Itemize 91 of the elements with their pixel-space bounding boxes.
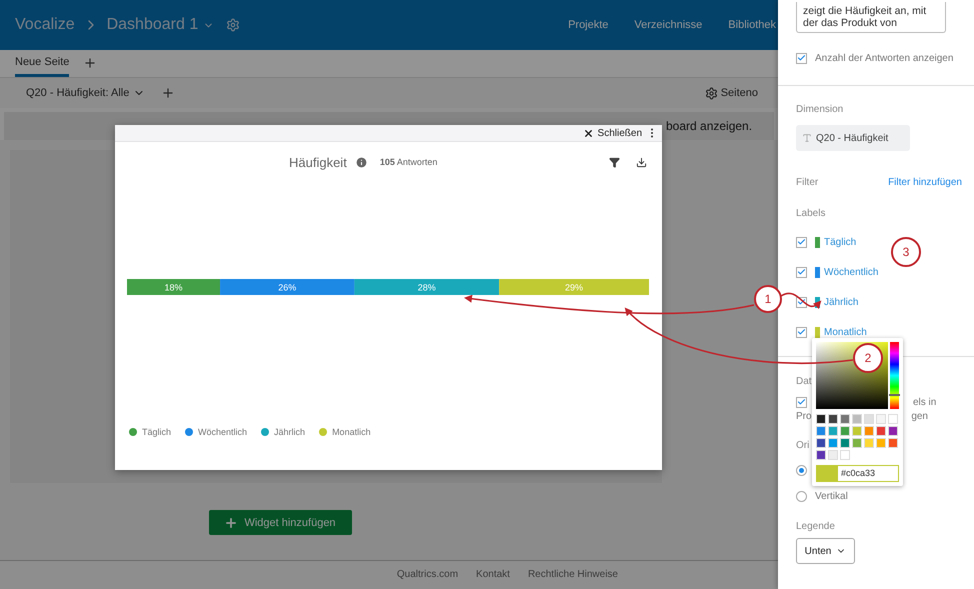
info-icon[interactable]	[354, 156, 368, 168]
plus-icon	[224, 516, 238, 530]
color-swatch[interactable]	[828, 450, 838, 460]
add-filter-link[interactable]: Filter hinzufügen	[888, 177, 962, 188]
color-preview	[816, 464, 838, 482]
section-title: Labels	[796, 208, 826, 219]
color-swatch[interactable]	[815, 266, 820, 278]
color-swatch[interactable]	[888, 438, 898, 448]
settings-icon[interactable]	[226, 18, 240, 32]
color-swatch[interactable]	[864, 426, 874, 436]
color-swatch[interactable]	[864, 414, 874, 424]
page-settings-link[interactable]: Seiteno	[704, 86, 758, 100]
data-label: 28%	[418, 282, 436, 292]
gear-icon	[704, 86, 718, 100]
section-title: Filter	[796, 177, 818, 188]
color-swatch[interactable]	[840, 450, 850, 460]
color-swatch[interactable]	[828, 438, 838, 448]
color-swatch[interactable]	[815, 326, 820, 338]
color-swatch[interactable]	[816, 414, 826, 424]
checkbox[interactable]	[796, 266, 807, 278]
color-swatch[interactable]	[840, 438, 850, 448]
chart-title: Häufigkeit	[289, 154, 347, 170]
nav-link[interactable]: Bibliothek	[728, 19, 776, 31]
app-name[interactable]: Vocalize	[15, 16, 75, 34]
footer-link[interactable]: Rechtliche Hinweise	[528, 569, 618, 589]
footer-link[interactable]: Kontakt	[476, 569, 510, 589]
label-link[interactable]: Wöchentlich	[824, 266, 878, 278]
legend-item: Wöchentlich	[185, 427, 248, 437]
radio-label: Vertikal	[815, 490, 848, 502]
legend-item: Jährlich	[261, 427, 306, 437]
color-swatch[interactable]	[876, 438, 886, 448]
close-icon	[582, 128, 594, 138]
radio-button[interactable]	[796, 464, 807, 476]
label-link[interactable]: Monatlich	[824, 326, 867, 338]
footer-link[interactable]: Qualtrics.com	[396, 569, 458, 589]
color-swatch[interactable]	[888, 426, 898, 436]
color-swatch[interactable]	[816, 450, 826, 460]
dashboard-name[interactable]: Dashboard 1	[106, 16, 198, 34]
checkbox-label: Pro	[796, 411, 812, 422]
hex-input-field[interactable]: #c0ca33	[838, 464, 899, 482]
legend-select[interactable]: Unten	[796, 538, 855, 564]
close-button[interactable]: Schließen	[582, 128, 642, 138]
color-swatch[interactable]	[840, 414, 850, 424]
color-swatch[interactable]	[888, 414, 898, 424]
color-swatch[interactable]	[815, 236, 820, 248]
checkbox-label: gen	[911, 411, 928, 422]
color-swatch[interactable]	[852, 414, 862, 424]
color-swatch[interactable]	[816, 438, 826, 448]
filter-dropdown[interactable]: Q20 - Häufigkeit: Alle	[26, 87, 146, 99]
legend-item: Monatlich	[319, 427, 371, 437]
color-swatch[interactable]	[828, 426, 838, 436]
section-title: Legende	[796, 521, 835, 532]
section-title: Ori	[796, 440, 810, 451]
color-swatch[interactable]	[816, 426, 826, 436]
checkbox-label: els in	[913, 396, 936, 408]
add-widget-button[interactable]: Widget hinzufügen	[208, 510, 352, 535]
banner-text: board anzeigen.	[666, 119, 752, 133]
color-swatch[interactable]	[840, 426, 850, 436]
download-icon[interactable]	[636, 156, 647, 168]
text-type-icon	[802, 133, 812, 143]
color-swatch[interactable]	[815, 296, 820, 308]
color-swatch[interactable]	[864, 438, 874, 448]
filter-icon[interactable]	[609, 156, 620, 168]
checkbox-label: Anzahl der Antworten anzeigen	[815, 52, 954, 64]
nav-link[interactable]: Verzeichnisse	[634, 19, 702, 31]
color-swatch[interactable]	[876, 426, 886, 436]
color-swatch[interactable]	[852, 438, 862, 448]
color-swatch[interactable]	[876, 414, 886, 424]
radio-button[interactable]	[796, 490, 807, 502]
checkbox[interactable]	[796, 396, 807, 408]
legend-item: Täglich	[129, 427, 172, 437]
checkbox[interactable]	[796, 52, 807, 64]
checkbox[interactable]	[796, 326, 807, 338]
color-swatch[interactable]	[852, 426, 862, 436]
hue-thumb[interactable]	[889, 394, 900, 396]
hue-slider[interactable]	[890, 342, 899, 409]
description-field[interactable]: zeigt die Häufigkeit an, mit der das Produkt von	[796, 2, 946, 33]
checkbox[interactable]	[796, 236, 807, 248]
label-link[interactable]: Jährlich	[824, 296, 858, 308]
section-title: Dimension	[796, 104, 844, 115]
data-label: 26%	[278, 282, 296, 292]
data-label: 29%	[565, 282, 584, 292]
nav-link[interactable]: Projekte	[568, 19, 608, 31]
dimension-field[interactable]: Q20 - Häufigkeit	[796, 125, 910, 151]
response-count: 105 Antworten	[380, 157, 438, 167]
data-label: 18%	[164, 282, 183, 292]
add-filter-icon[interactable]	[161, 86, 176, 100]
add-page-icon[interactable]	[83, 56, 98, 70]
section-title: Dat	[796, 376, 812, 387]
label-link[interactable]: Täglich	[824, 236, 856, 248]
color-swatch[interactable]	[828, 414, 838, 424]
